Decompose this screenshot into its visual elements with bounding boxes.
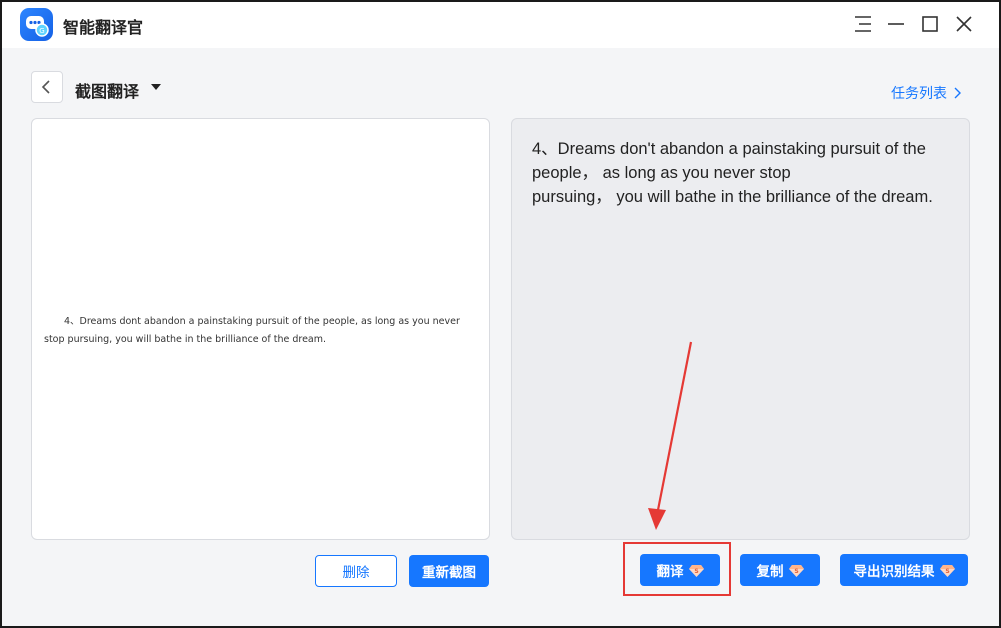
copy-button[interactable]: 复制 S — [740, 554, 820, 586]
task-list-label: 任务列表 — [891, 86, 947, 102]
source-image-text: 4、Dreams dont abandon a painstaking purs… — [44, 316, 460, 345]
app-title: 智能翻译官 — [63, 18, 144, 37]
svg-text:S: S — [794, 568, 798, 575]
app-window: G 智能翻译官 截图翻译 任务列表 4、Dreams dont abandon … — [0, 0, 1001, 628]
task-list-link[interactable]: 任务列表 — [891, 83, 961, 103]
highlight-box — [623, 542, 731, 596]
maximize-icon[interactable] — [918, 12, 942, 36]
copy-label: 复制 — [756, 564, 784, 580]
minimize-icon[interactable] — [884, 12, 908, 36]
chevron-right-icon — [954, 87, 961, 99]
chevron-left-icon — [41, 80, 50, 94]
delete-label: 删除 — [342, 565, 370, 581]
export-result-button[interactable]: 导出识别结果 S — [840, 554, 968, 586]
chat-bubble-logo-icon: G — [20, 8, 53, 41]
recapture-label: 重新截图 — [422, 565, 476, 581]
title-bar: G 智能翻译官 — [2, 2, 999, 48]
recapture-button[interactable]: 重新截图 — [409, 555, 489, 587]
translation-result-text[interactable]: 4、Dreams don't abandon a painstaking pur… — [532, 137, 957, 209]
vip-gem-icon: S — [788, 564, 804, 577]
delete-button[interactable]: 删除 — [315, 555, 397, 587]
mode-title[interactable]: 截图翻译 — [75, 78, 139, 102]
close-icon[interactable] — [952, 12, 976, 36]
vip-gem-icon: S — [939, 564, 955, 577]
caret-down-icon[interactable] — [150, 82, 162, 92]
menu-icon[interactable] — [851, 12, 875, 36]
translation-result-panel: 4、Dreams don't abandon a painstaking pur… — [511, 118, 970, 540]
svg-text:S: S — [945, 568, 949, 575]
svg-text:G: G — [39, 27, 44, 35]
source-image-panel: 4、Dreams dont abandon a painstaking purs… — [31, 118, 490, 540]
export-label: 导出识别结果 — [853, 564, 935, 580]
back-button[interactable] — [31, 71, 63, 103]
